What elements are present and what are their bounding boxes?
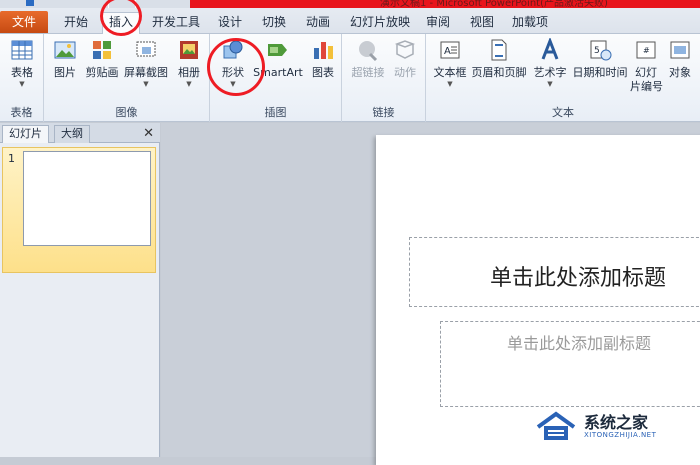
chart-button[interactable]: 图表 [308, 38, 338, 80]
action-icon [394, 40, 416, 59]
tab-animations[interactable]: 动画 [306, 13, 330, 33]
chevron-down-icon: ▼ [447, 80, 453, 88]
tab-outline[interactable]: 大纲 [54, 125, 90, 143]
chart-icon [314, 42, 333, 59]
svg-text:#: # [643, 46, 650, 55]
screenshot-button[interactable]: 屏幕截图 ▼ [122, 38, 170, 88]
slides-panel-tabs: 幻灯片 大纲 ✕ [0, 123, 160, 143]
group-links: 超链接 动作 链接 [342, 34, 426, 122]
tab-addins[interactable]: 加载项 [512, 13, 548, 33]
slides-panel: 幻灯片 大纲 ✕ 1 [0, 123, 160, 457]
group-label-tables: 表格 [10, 106, 33, 119]
textbox-icon: A [440, 41, 460, 59]
slide-number-button[interactable]: # 幻灯 片编号 [630, 38, 663, 94]
smartart-icon [268, 44, 287, 56]
svg-text:5: 5 [594, 46, 600, 56]
tab-review[interactable]: 审阅 [426, 13, 450, 33]
chevron-down-icon: ▼ [186, 80, 192, 88]
group-label-illustrations: 插图 [264, 106, 287, 119]
table-icon [11, 40, 33, 60]
action-button[interactable]: 动作 [390, 38, 420, 80]
close-icon[interactable]: ✕ [143, 126, 154, 141]
group-images: 图片 剪贴画 屏幕截图 ▼ 相册 ▼ 图像 [44, 34, 210, 122]
subtitle-placeholder-text: 单击此处添加副标题 [507, 334, 652, 353]
tab-transitions[interactable]: 切换 [262, 13, 286, 33]
tab-file[interactable]: 文件 [0, 11, 48, 33]
window-title: 演示文稿1 - Microsoft PowerPoint(产品激活失败) [380, 0, 608, 8]
clipart-button[interactable]: 剪贴画 [84, 38, 120, 80]
watermark-name: 系统之家 [584, 413, 649, 432]
chevron-down-icon: ▼ [143, 80, 149, 88]
header-footer-button[interactable]: 页眉和页脚 [470, 38, 528, 80]
clipart-icon [93, 41, 111, 59]
chevron-down-icon: ▼ [547, 80, 553, 88]
group-label-links: 链接 [372, 106, 395, 119]
title-placeholder[interactable]: 单击此处添加标题 [409, 237, 700, 307]
screenshot-icon [136, 41, 156, 57]
svg-text:A: A [444, 46, 451, 57]
save-icon[interactable] [26, 0, 34, 6]
picture-icon [54, 41, 76, 59]
house-logo-icon [536, 411, 576, 440]
tab-design[interactable]: 设计 [218, 13, 242, 33]
album-button[interactable]: 相册 ▼ [172, 38, 206, 88]
group-tables: 表格 ▼ 表格 [0, 34, 44, 122]
ribbon: 表格 ▼ 表格 图片 剪贴画 屏幕截图 ▼ 相册 ▼ 图像 形状 ▼ Smart… [0, 34, 700, 122]
subtitle-placeholder[interactable]: 单击此处添加副标题 [440, 321, 700, 407]
chevron-down-icon: ▼ [19, 80, 25, 88]
group-label-text: 文本 [552, 106, 574, 119]
group-text: A 文本框 ▼ 页眉和页脚 艺术字 ▼ 5 日期和时间 # 幻灯 片编号 对象 … [426, 34, 700, 122]
textbox-button[interactable]: A 文本框 ▼ [432, 38, 468, 88]
globe-link-icon [359, 41, 378, 62]
album-icon [180, 41, 198, 59]
title-placeholder-text: 单击此处添加标题 [490, 266, 667, 291]
slide-thumbnail[interactable] [23, 151, 151, 246]
wordart-icon [541, 38, 559, 60]
picture-button[interactable]: 图片 [48, 38, 82, 80]
object-button[interactable]: 对象 [664, 38, 696, 80]
table-button[interactable]: 表格 ▼ [6, 38, 38, 88]
tab-slides[interactable]: 幻灯片 [2, 125, 49, 143]
calendar-clock-icon: 5 [590, 40, 612, 61]
slide-thumbnail-item[interactable]: 1 [2, 147, 156, 273]
tab-slideshow[interactable]: 幻灯片放映 [350, 13, 410, 33]
annotation-circle-shapes [207, 38, 265, 96]
datetime-button[interactable]: 5 日期和时间 [572, 38, 628, 80]
tab-home[interactable]: 开始 [64, 13, 88, 33]
object-icon [670, 41, 690, 59]
wordart-button[interactable]: 艺术字 ▼ [530, 38, 570, 88]
tab-view[interactable]: 视图 [470, 13, 494, 33]
group-label-images: 图像 [115, 106, 138, 119]
watermark: 系统之家 XITONGZHIJIA.NET [528, 407, 688, 447]
hyperlink-button[interactable]: 超链接 [348, 38, 388, 80]
slide-number-label: 1 [8, 152, 15, 165]
slide-number-icon: # [636, 41, 656, 59]
header-footer-icon [491, 39, 507, 61]
tab-developer[interactable]: 开发工具 [152, 13, 200, 33]
watermark-url: XITONGZHIJIA.NET [584, 431, 657, 439]
